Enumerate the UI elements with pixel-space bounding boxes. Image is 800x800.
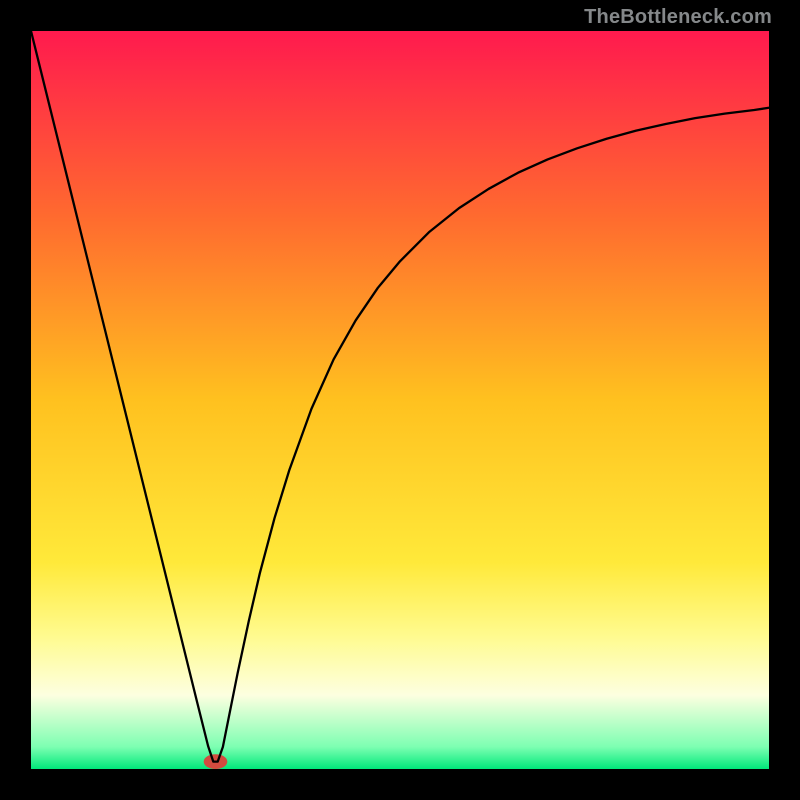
plot-area: [31, 31, 769, 769]
watermark-text: TheBottleneck.com: [584, 6, 772, 29]
gradient-background: [31, 31, 769, 769]
chart-frame: TheBottleneck.com: [0, 0, 800, 800]
chart-svg: [31, 31, 769, 769]
